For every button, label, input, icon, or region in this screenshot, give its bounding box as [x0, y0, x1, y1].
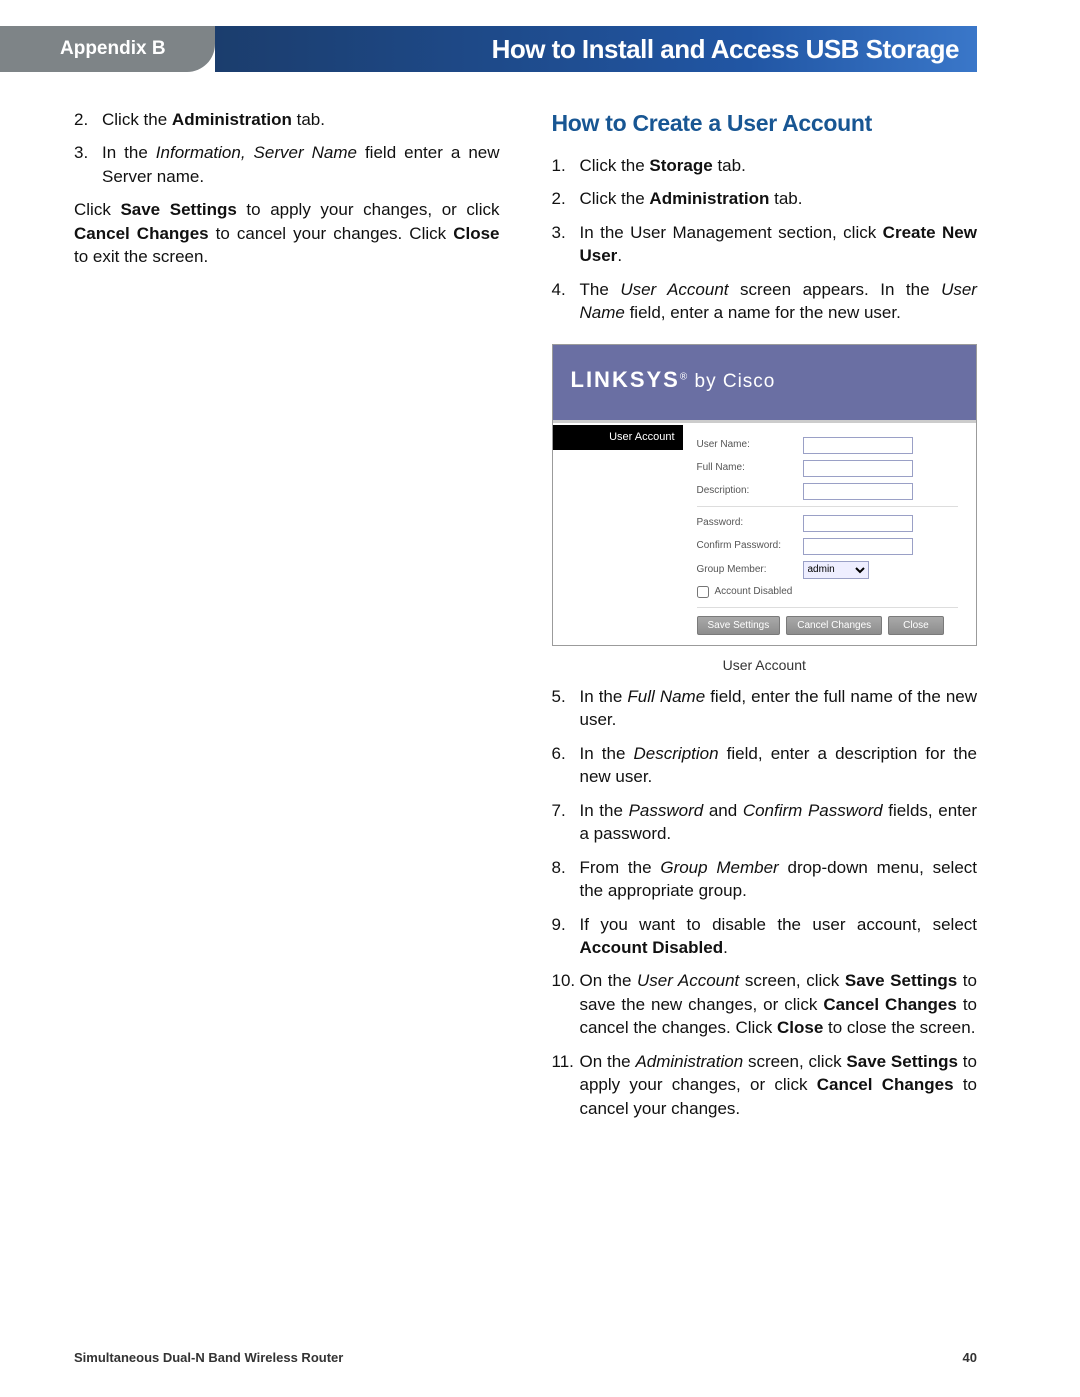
page: Appendix B How to Install and Access USB…: [0, 0, 1080, 1397]
ua-form: User Name: Full Name: Description:: [683, 423, 977, 645]
label-confirm-password: Confirm Password:: [697, 539, 795, 553]
user-account-figure: LINKSYS® by Cisco User Account User Name…: [552, 344, 978, 674]
label-full-name: Full Name:: [697, 461, 795, 475]
row-confirm-password: Confirm Password:: [697, 538, 959, 555]
row-group-member: Group Member: admin: [697, 561, 959, 579]
right-column: How to Create a User Account Click the S…: [552, 108, 978, 1130]
footer-page-number: 40: [963, 1350, 977, 1365]
checkbox-account-disabled[interactable]: [697, 586, 709, 598]
user-account-window: LINKSYS® by Cisco User Account User Name…: [552, 344, 978, 645]
right-step-10: On the User Account screen, click Save S…: [552, 969, 978, 1039]
header-banner: Appendix B How to Install and Access USB…: [0, 26, 1080, 72]
registered-mark: ®: [680, 372, 688, 383]
right-step-2: Click the Administration tab.: [552, 187, 978, 210]
header-appendix-cap: Appendix B: [0, 26, 215, 72]
left-step-2: Click the Administration tab.: [74, 108, 500, 131]
input-full-name[interactable]: [803, 460, 913, 477]
right-step-6: In the Description field, enter a descri…: [552, 742, 978, 789]
right-step-1: Click the Storage tab.: [552, 154, 978, 177]
right-step-4: The User Account screen appears. In the …: [552, 278, 978, 325]
right-step-3: In the User Management section, click Cr…: [552, 221, 978, 268]
label-user-name: User Name:: [697, 438, 795, 452]
figure-caption: User Account: [552, 656, 978, 675]
left-column: Click the Administration tab. In the Inf…: [74, 108, 500, 1130]
ua-button-row: Save Settings Cancel Changes Close: [697, 616, 959, 635]
page-footer: Simultaneous Dual-N Band Wireless Router…: [74, 1350, 977, 1365]
brand-text: LINKSYS: [571, 367, 680, 392]
page-title: How to Install and Access USB Storage: [492, 34, 959, 65]
section-heading: How to Create a User Account: [552, 108, 978, 140]
left-step-3: In the Information, Server Name field en…: [74, 141, 500, 188]
save-settings-button[interactable]: Save Settings: [697, 616, 781, 635]
left-closing: Click Save Settings to apply your change…: [74, 198, 500, 268]
appendix-label: Appendix B: [60, 38, 166, 60]
right-step-9: If you want to disable the user account,…: [552, 913, 978, 960]
cancel-changes-button[interactable]: Cancel Changes: [786, 616, 882, 635]
by-cisco-text: by Cisco: [695, 371, 776, 392]
ua-sidebar: User Account: [553, 423, 683, 645]
ua-header: LINKSYS® by Cisco: [553, 345, 977, 419]
select-group-member[interactable]: admin: [803, 561, 869, 579]
ua-body: User Account User Name: Full Name:: [553, 423, 977, 645]
right-step-7: In the Password and Confirm Password fie…: [552, 799, 978, 846]
row-password: Password:: [697, 515, 959, 532]
label-account-disabled: Account Disabled: [715, 585, 793, 599]
row-description: Description:: [697, 483, 959, 500]
row-account-disabled: Account Disabled: [697, 585, 959, 599]
input-description[interactable]: [803, 483, 913, 500]
input-user-name[interactable]: [803, 437, 913, 454]
label-description: Description:: [697, 484, 795, 498]
footer-product: Simultaneous Dual-N Band Wireless Router: [74, 1350, 343, 1365]
right-steps-bottom: In the Full Name field, enter the full n…: [552, 685, 978, 1120]
ua-separator-1: [697, 506, 959, 507]
ua-tab-user-account[interactable]: User Account: [553, 425, 683, 450]
content-area: Click the Administration tab. In the Inf…: [74, 108, 977, 1130]
close-button[interactable]: Close: [888, 616, 944, 635]
ua-separator-2: [697, 607, 959, 608]
right-step-5: In the Full Name field, enter the full n…: [552, 685, 978, 732]
label-password: Password:: [697, 516, 795, 530]
row-user-name: User Name:: [697, 437, 959, 454]
right-steps-top: Click the Storage tab. Click the Adminis…: [552, 154, 978, 325]
input-confirm-password[interactable]: [803, 538, 913, 555]
label-group-member: Group Member:: [697, 563, 795, 577]
input-password[interactable]: [803, 515, 913, 532]
right-step-11: On the Administration screen, click Save…: [552, 1050, 978, 1120]
header-title-bar: How to Install and Access USB Storage: [215, 26, 977, 72]
row-full-name: Full Name:: [697, 460, 959, 477]
right-step-8: From the Group Member drop-down menu, se…: [552, 856, 978, 903]
linksys-logo: LINKSYS® by Cisco: [571, 365, 959, 395]
left-steps: Click the Administration tab. In the Inf…: [74, 108, 500, 188]
